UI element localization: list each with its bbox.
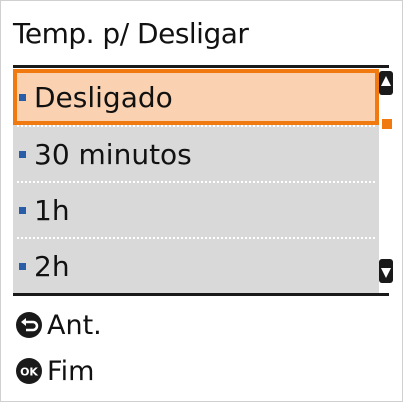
scroll-up-arrow-icon[interactable] bbox=[379, 71, 393, 95]
list-item-label: Desligado bbox=[34, 80, 173, 114]
bullet-icon bbox=[19, 206, 26, 214]
list-item-label: 2h bbox=[34, 249, 70, 283]
scroll-position-indicator bbox=[382, 119, 392, 129]
ok-softkey[interactable]: OK Fim bbox=[15, 353, 94, 389]
bullet-icon bbox=[19, 150, 26, 158]
bullet-icon bbox=[19, 262, 26, 270]
back-arrow-icon bbox=[16, 312, 42, 338]
list-item-label: 1h bbox=[34, 193, 70, 227]
scroll-down-arrow-icon[interactable] bbox=[379, 259, 393, 283]
printer-lcd-screen: Temp. p/ Desligar Desligado 30 minutos 1… bbox=[0, 0, 403, 402]
list-item-1h[interactable]: 1h bbox=[13, 182, 379, 238]
page-title: Temp. p/ Desligar bbox=[13, 16, 249, 50]
bullet-icon bbox=[19, 93, 26, 101]
scrollbar[interactable] bbox=[379, 69, 393, 293]
back-label: Ant. bbox=[47, 309, 102, 341]
ok-icon: OK bbox=[16, 358, 42, 384]
softkey-divider bbox=[13, 293, 389, 296]
option-list: Desligado 30 minutos 1h 2h bbox=[13, 69, 389, 293]
ok-label: Fim bbox=[47, 355, 95, 387]
list-item-2h[interactable]: 2h bbox=[13, 238, 379, 294]
list-item-desligado[interactable]: Desligado bbox=[13, 69, 379, 125]
title-divider bbox=[13, 65, 389, 68]
svg-text:OK: OK bbox=[20, 366, 38, 379]
list-item-30-minutos[interactable]: 30 minutos bbox=[13, 126, 379, 182]
back-softkey[interactable]: Ant. bbox=[15, 307, 102, 343]
list-item-label: 30 minutos bbox=[34, 137, 192, 171]
